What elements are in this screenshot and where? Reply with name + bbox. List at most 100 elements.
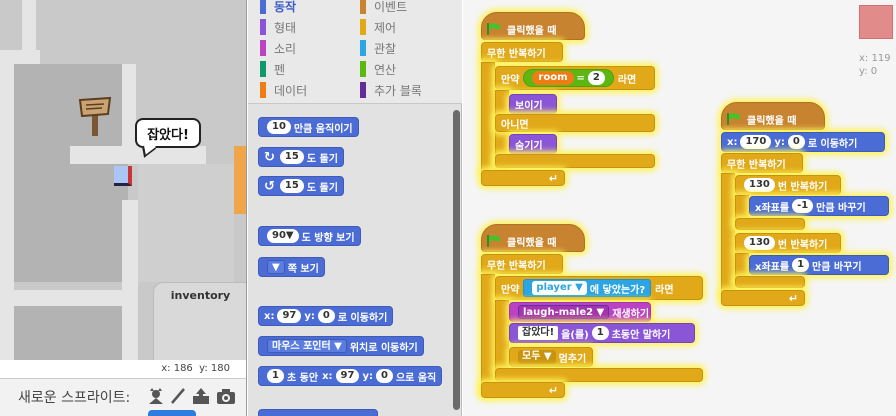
speech-bubble-text: 잡았다! (147, 127, 189, 143)
point-towards-block[interactable]: ▼ 쪽 보기 (258, 257, 325, 277)
camera-icon[interactable] (216, 385, 236, 407)
say-secs-input[interactable]: 1 (591, 326, 609, 340)
if-block[interactable]: 만약 player ▼ 에 닿았는가? 라면 (495, 276, 703, 300)
show-block[interactable]: 보이기 (509, 94, 557, 114)
category-data[interactable]: 데이터 (260, 80, 307, 100)
glide-block[interactable]: 1 초 동안 x: 97 y: 0 으로 움직 (258, 366, 443, 386)
loop-arrow-icon: ↵ (788, 292, 798, 305)
sprite-x-label: x: (859, 53, 869, 64)
turn-left-block[interactable]: ↺ 15 도 돌기 (258, 176, 344, 196)
x-input[interactable]: 170 (740, 135, 772, 149)
room-variable[interactable]: room (532, 71, 574, 85)
go-to-block[interactable]: 마우스 포인터 ▼ 위치로 이동하기 (258, 336, 424, 356)
partial-motion-block[interactable] (258, 409, 378, 416)
equals-operator[interactable]: room = 2 (523, 69, 614, 87)
new-sprite-bar: 새로운 스프라이트: (0, 378, 247, 416)
repeat-end (735, 218, 805, 230)
category-control[interactable]: 제어 (360, 17, 396, 37)
category-sensing[interactable]: 관찰 (360, 38, 396, 58)
say-text-input[interactable]: 잡았다! (518, 326, 559, 340)
when-flag-clicked-hat[interactable]: 클릭했을 때 (721, 102, 825, 130)
direction-input[interactable]: 90▼ (267, 229, 299, 243)
sprite-thumbnail[interactable] (859, 5, 893, 39)
x-input[interactable]: 97 (277, 309, 302, 323)
touching-target-dropdown[interactable]: player ▼ (532, 281, 587, 295)
when-flag-clicked-hat[interactable]: 클릭했을 때 (481, 224, 585, 252)
secs-input[interactable]: 1 (267, 369, 284, 383)
category-pen[interactable]: 펜 (260, 59, 285, 79)
block-text: x좌표를 (755, 261, 790, 273)
go-to-target-dropdown[interactable]: 마우스 포인터 ▼ (267, 339, 347, 353)
block-categories: 동작 이벤트 형태 제어 소리 관찰 펜 연산 데이터 추가 블록 (248, 0, 462, 104)
block-text: 숨기기 (515, 140, 543, 152)
if-else-block[interactable]: 만약 room = 2 라면 (495, 66, 655, 90)
change-x-input[interactable]: -1 (792, 199, 814, 213)
y-input[interactable]: 0 (375, 369, 393, 383)
change-x-input[interactable]: 1 (792, 258, 810, 272)
turn-right-block[interactable]: ↻ 15 도 돌기 (258, 147, 344, 167)
when-flag-clicked-hat[interactable]: 클릭했을 때 (481, 12, 585, 40)
stage[interactable]: 잡았다! inventory (0, 0, 247, 360)
x-input[interactable]: 97 (335, 369, 360, 383)
go-to-xy-block[interactable]: x: 170 y: 0 로 이동하기 (721, 132, 885, 152)
block-text: 로 이동하기 (337, 312, 388, 324)
equals-value-input[interactable]: 2 (587, 71, 605, 85)
scripts-area[interactable]: 클릭했을 때 무한 반복하기 만약 room = 2 라면 보이기 아니면 숨기… (463, 0, 896, 416)
change-x-block[interactable]: x좌표를 1 만큼 바꾸기 (749, 255, 889, 275)
sound-name: laugh-male2 (523, 307, 594, 318)
stop-dropdown[interactable]: 모두 ▼ (518, 350, 556, 364)
forever-block[interactable]: 무한 반복하기 (481, 254, 563, 274)
category-events[interactable]: 이벤트 (360, 0, 407, 16)
palette-scrollbar[interactable] (453, 110, 460, 410)
sprite-tab-indicator (148, 410, 196, 416)
category-looks[interactable]: 형태 (260, 17, 296, 37)
forever-block[interactable]: 무한 반복하기 (481, 42, 563, 62)
paint-brush-icon[interactable] (168, 385, 188, 407)
touching-block[interactable]: player ▼ 에 닿았는가? (523, 279, 652, 297)
category-label: 펜 (274, 62, 286, 77)
repeat-block[interactable]: 130 번 반복하기 (735, 175, 841, 195)
block-text: 클릭했을 때 (507, 237, 557, 249)
towards-dropdown[interactable]: ▼ (267, 260, 285, 274)
inventory-panel[interactable]: inventory (153, 282, 246, 360)
rotate-left-icon: ↺ (264, 178, 275, 194)
sound-dropdown[interactable]: laugh-male2 ▼ (518, 305, 610, 319)
category-swatch (360, 82, 366, 98)
forever-block[interactable]: 무한 반복하기 (721, 153, 803, 173)
maze-floor (122, 64, 136, 164)
hide-block[interactable]: 숨기기 (509, 134, 557, 154)
block-text: 도 돌기 (306, 153, 338, 165)
maze-wall (138, 164, 234, 282)
stop-block[interactable]: 모두 ▼ 멈추기 (509, 347, 593, 367)
move-steps-block[interactable]: 10 만큼 움직이기 (258, 117, 359, 137)
upload-sprite-icon[interactable] (191, 385, 211, 407)
degrees-input[interactable]: 15 (279, 179, 304, 193)
category-operators[interactable]: 연산 (360, 59, 396, 79)
loop-arrow-icon: ↵ (548, 172, 558, 185)
change-x-block[interactable]: x좌표를 -1 만큼 바꾸기 (749, 196, 889, 216)
steps-input[interactable]: 10 (267, 120, 291, 134)
repeat-block[interactable]: 130 번 반복하기 (735, 233, 841, 253)
block-text: 로 이동하기 (807, 138, 858, 150)
block-text: 도 돌기 (306, 182, 338, 194)
play-sound-block[interactable]: laugh-male2 ▼ 재생하기 (509, 302, 651, 322)
go-to-xy-block[interactable]: x: 97 y: 0 로 이동하기 (258, 306, 394, 326)
mouse-x-value: 186 (173, 363, 193, 374)
green-flag-icon (487, 23, 500, 35)
orange-door-sprite[interactable] (234, 146, 246, 214)
player-sprite[interactable] (114, 166, 132, 186)
y-input[interactable]: 0 (787, 135, 805, 149)
choose-sprite-icon[interactable] (146, 385, 166, 407)
category-motion[interactable]: 동작 (260, 0, 296, 16)
x-label: x: (727, 136, 738, 148)
say-for-secs-block[interactable]: 잡았다! 을(를) 1 초동안 말하기 (509, 323, 695, 343)
repeat-count-input[interactable]: 130 (744, 236, 775, 250)
block-text: 으로 움직 (395, 372, 437, 384)
repeat-count-input[interactable]: 130 (744, 178, 775, 192)
category-more-blocks[interactable]: 추가 블록 (360, 80, 422, 100)
point-in-direction-block[interactable]: 90▼ 도 방향 보기 (258, 226, 361, 246)
y-input[interactable]: 0 (317, 309, 335, 323)
category-label: 소리 (274, 41, 297, 56)
degrees-input[interactable]: 15 (279, 150, 304, 164)
category-sound[interactable]: 소리 (260, 38, 296, 58)
